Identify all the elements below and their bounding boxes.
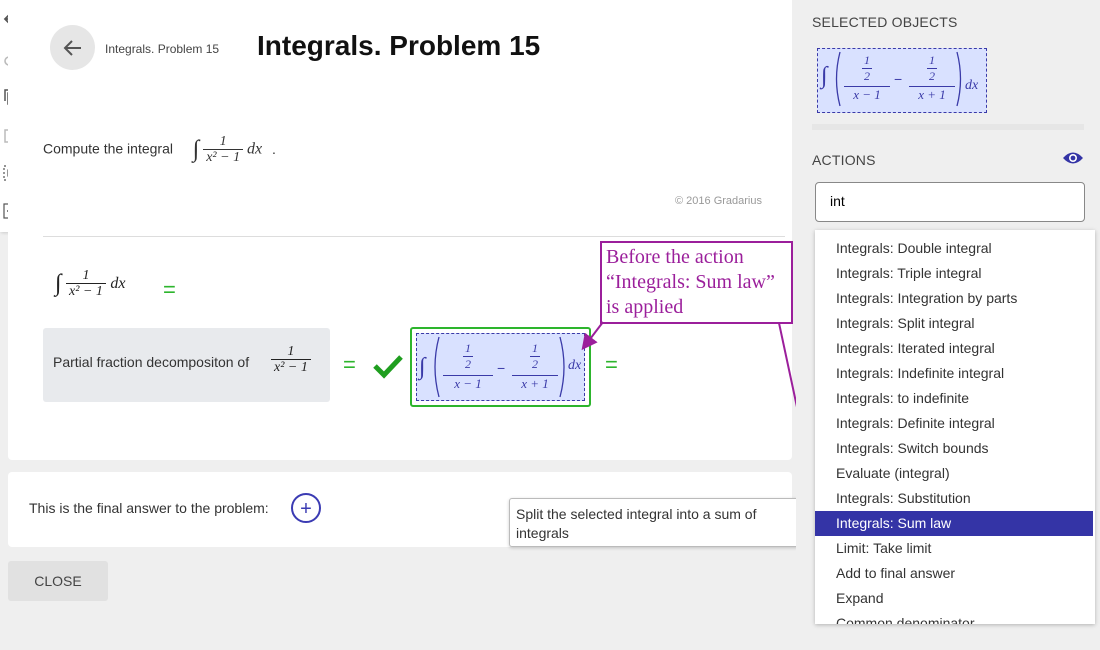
actions-heading: ACTIONS — [812, 152, 876, 168]
action-item[interactable]: Add to final answer — [815, 561, 1093, 586]
selection-highlight: ∫ 1 2 x − 1 − 1 2 x + 1 dx — [416, 333, 585, 401]
selected-expression[interactable]: ∫ 1 2 x − 1 − 1 2 x + 1 dx — [410, 327, 591, 407]
half-den: 2 — [530, 356, 540, 371]
fraction-numerator: 1 — [82, 268, 90, 283]
action-item[interactable]: Evaluate (integral) — [815, 461, 1093, 486]
panel-divider — [812, 124, 1084, 130]
action-item[interactable]: Common denominator — [815, 611, 1093, 624]
step-fraction: 1 x² − 1 — [271, 344, 311, 376]
back-button[interactable] — [50, 25, 95, 70]
integral-sign: ∫ — [821, 63, 828, 89]
half-num: 1 — [465, 341, 471, 355]
action-item[interactable]: Integrals: Iterated integral — [815, 336, 1093, 361]
term-two: 1 2 x + 1 — [512, 340, 558, 392]
term-one-den: x − 1 — [844, 86, 890, 103]
dx-symbol: dx — [246, 140, 263, 158]
half-num: 1 — [532, 341, 538, 355]
period: . — [271, 140, 276, 157]
fraction-numerator: 1 — [219, 134, 227, 149]
action-item[interactable]: Limit: Take limit — [815, 536, 1093, 561]
action-item[interactable]: Expand — [815, 586, 1093, 611]
problem-prompt: Compute the integral — [43, 140, 173, 157]
action-item[interactable]: Integrals: Integration by parts — [815, 286, 1093, 311]
half-num: 1 — [929, 53, 935, 67]
half-den: 2 — [463, 356, 473, 371]
selected-object[interactable]: ∫ 1 2 x − 1 − 1 2 x + 1 dx — [817, 48, 987, 113]
dx-symbol: dx — [965, 78, 979, 93]
minus-sign: − — [894, 71, 903, 87]
half-num: 1 — [864, 53, 870, 67]
action-item[interactable]: Integrals: Sum law — [815, 511, 1093, 536]
breadcrumb[interactable]: Integrals. Problem 15 — [105, 42, 219, 56]
step-label: Partial fraction decompositon of — [53, 354, 250, 370]
selected-objects-heading: SELECTED OBJECTS — [812, 14, 958, 30]
back-arrow-icon — [63, 39, 81, 56]
term-two-den: x + 1 — [909, 86, 955, 103]
integral-sign: ∫ — [55, 270, 62, 297]
dx-symbol: dx — [568, 358, 582, 373]
actions-dropdown: Integrals: Double integral Integrals: Tri… — [815, 230, 1095, 624]
close-button[interactable]: CLOSE — [8, 561, 108, 601]
plus-icon: + — [300, 498, 312, 520]
action-tooltip: Split the selected integral into a sum o… — [509, 498, 799, 547]
right-panel: SELECTED OBJECTS ∫ 1 2 x − 1 − 1 2 x + 1… — [796, 0, 1100, 650]
integral-sign: ∫ — [419, 354, 426, 380]
action-search-field[interactable] — [815, 182, 1085, 222]
problem-fraction: 1 x² − 1 — [203, 134, 244, 166]
fraction-numerator: 1 — [287, 344, 295, 359]
fraction-denominator: x² − 1 — [203, 149, 244, 166]
action-item[interactable]: Integrals: to indefinite — [815, 386, 1093, 411]
paren-left — [434, 336, 440, 398]
page-title: Integrals. Problem 15 — [257, 30, 541, 61]
action-search-input[interactable] — [830, 193, 1070, 209]
term-one: 1 2 x − 1 — [443, 340, 493, 392]
half-den: 2 — [927, 68, 937, 83]
divider — [43, 236, 785, 237]
fraction-denominator: x² − 1 — [271, 359, 311, 376]
check-icon — [372, 353, 404, 384]
action-item[interactable]: Integrals: Double integral — [815, 236, 1093, 261]
final-answer-label: This is the final answer to the problem: — [29, 500, 269, 516]
copyright: © 2016 Gradarius — [675, 195, 762, 207]
add-answer-button[interactable]: + — [291, 493, 321, 523]
problem-statement: Compute the integral ∫ 1 x² − 1 dx . — [43, 134, 276, 166]
half-den: 2 — [862, 68, 872, 83]
paren-right — [956, 51, 962, 107]
step-box[interactable]: Partial fraction decompositon of 1 x² − … — [43, 328, 330, 402]
integral-sign: ∫ — [192, 136, 200, 163]
action-item[interactable]: Integrals: Split integral — [815, 311, 1093, 336]
equals-sign: = — [343, 352, 356, 377]
solution-fraction: 1 x² − 1 — [66, 268, 106, 300]
equals-sign: = — [163, 277, 176, 302]
dx-symbol: dx — [110, 275, 126, 293]
term-two: 1 2 x + 1 — [909, 52, 955, 103]
eye-icon[interactable] — [1062, 150, 1084, 171]
annotation-callout: Before the action “Integrals: Sum law” i… — [600, 241, 793, 324]
action-item[interactable]: Integrals: Switch bounds — [815, 436, 1093, 461]
term-one: 1 2 x − 1 — [844, 52, 890, 103]
action-item[interactable]: Integrals: Indefinite integral — [815, 361, 1093, 386]
paren-left — [835, 51, 841, 107]
action-item[interactable]: Integrals: Definite integral — [815, 411, 1093, 436]
solution-integral[interactable]: ∫ 1 x² − 1 dx — [55, 268, 125, 300]
term-one-den: x − 1 — [443, 375, 493, 392]
action-item[interactable]: Integrals: Substitution — [815, 486, 1093, 511]
fraction-denominator: x² − 1 — [66, 283, 106, 300]
term-two-den: x + 1 — [512, 375, 558, 392]
equals-sign: = — [605, 352, 618, 377]
action-item[interactable]: Integrals: Triple integral — [815, 261, 1093, 286]
minus-sign: − — [497, 360, 506, 376]
